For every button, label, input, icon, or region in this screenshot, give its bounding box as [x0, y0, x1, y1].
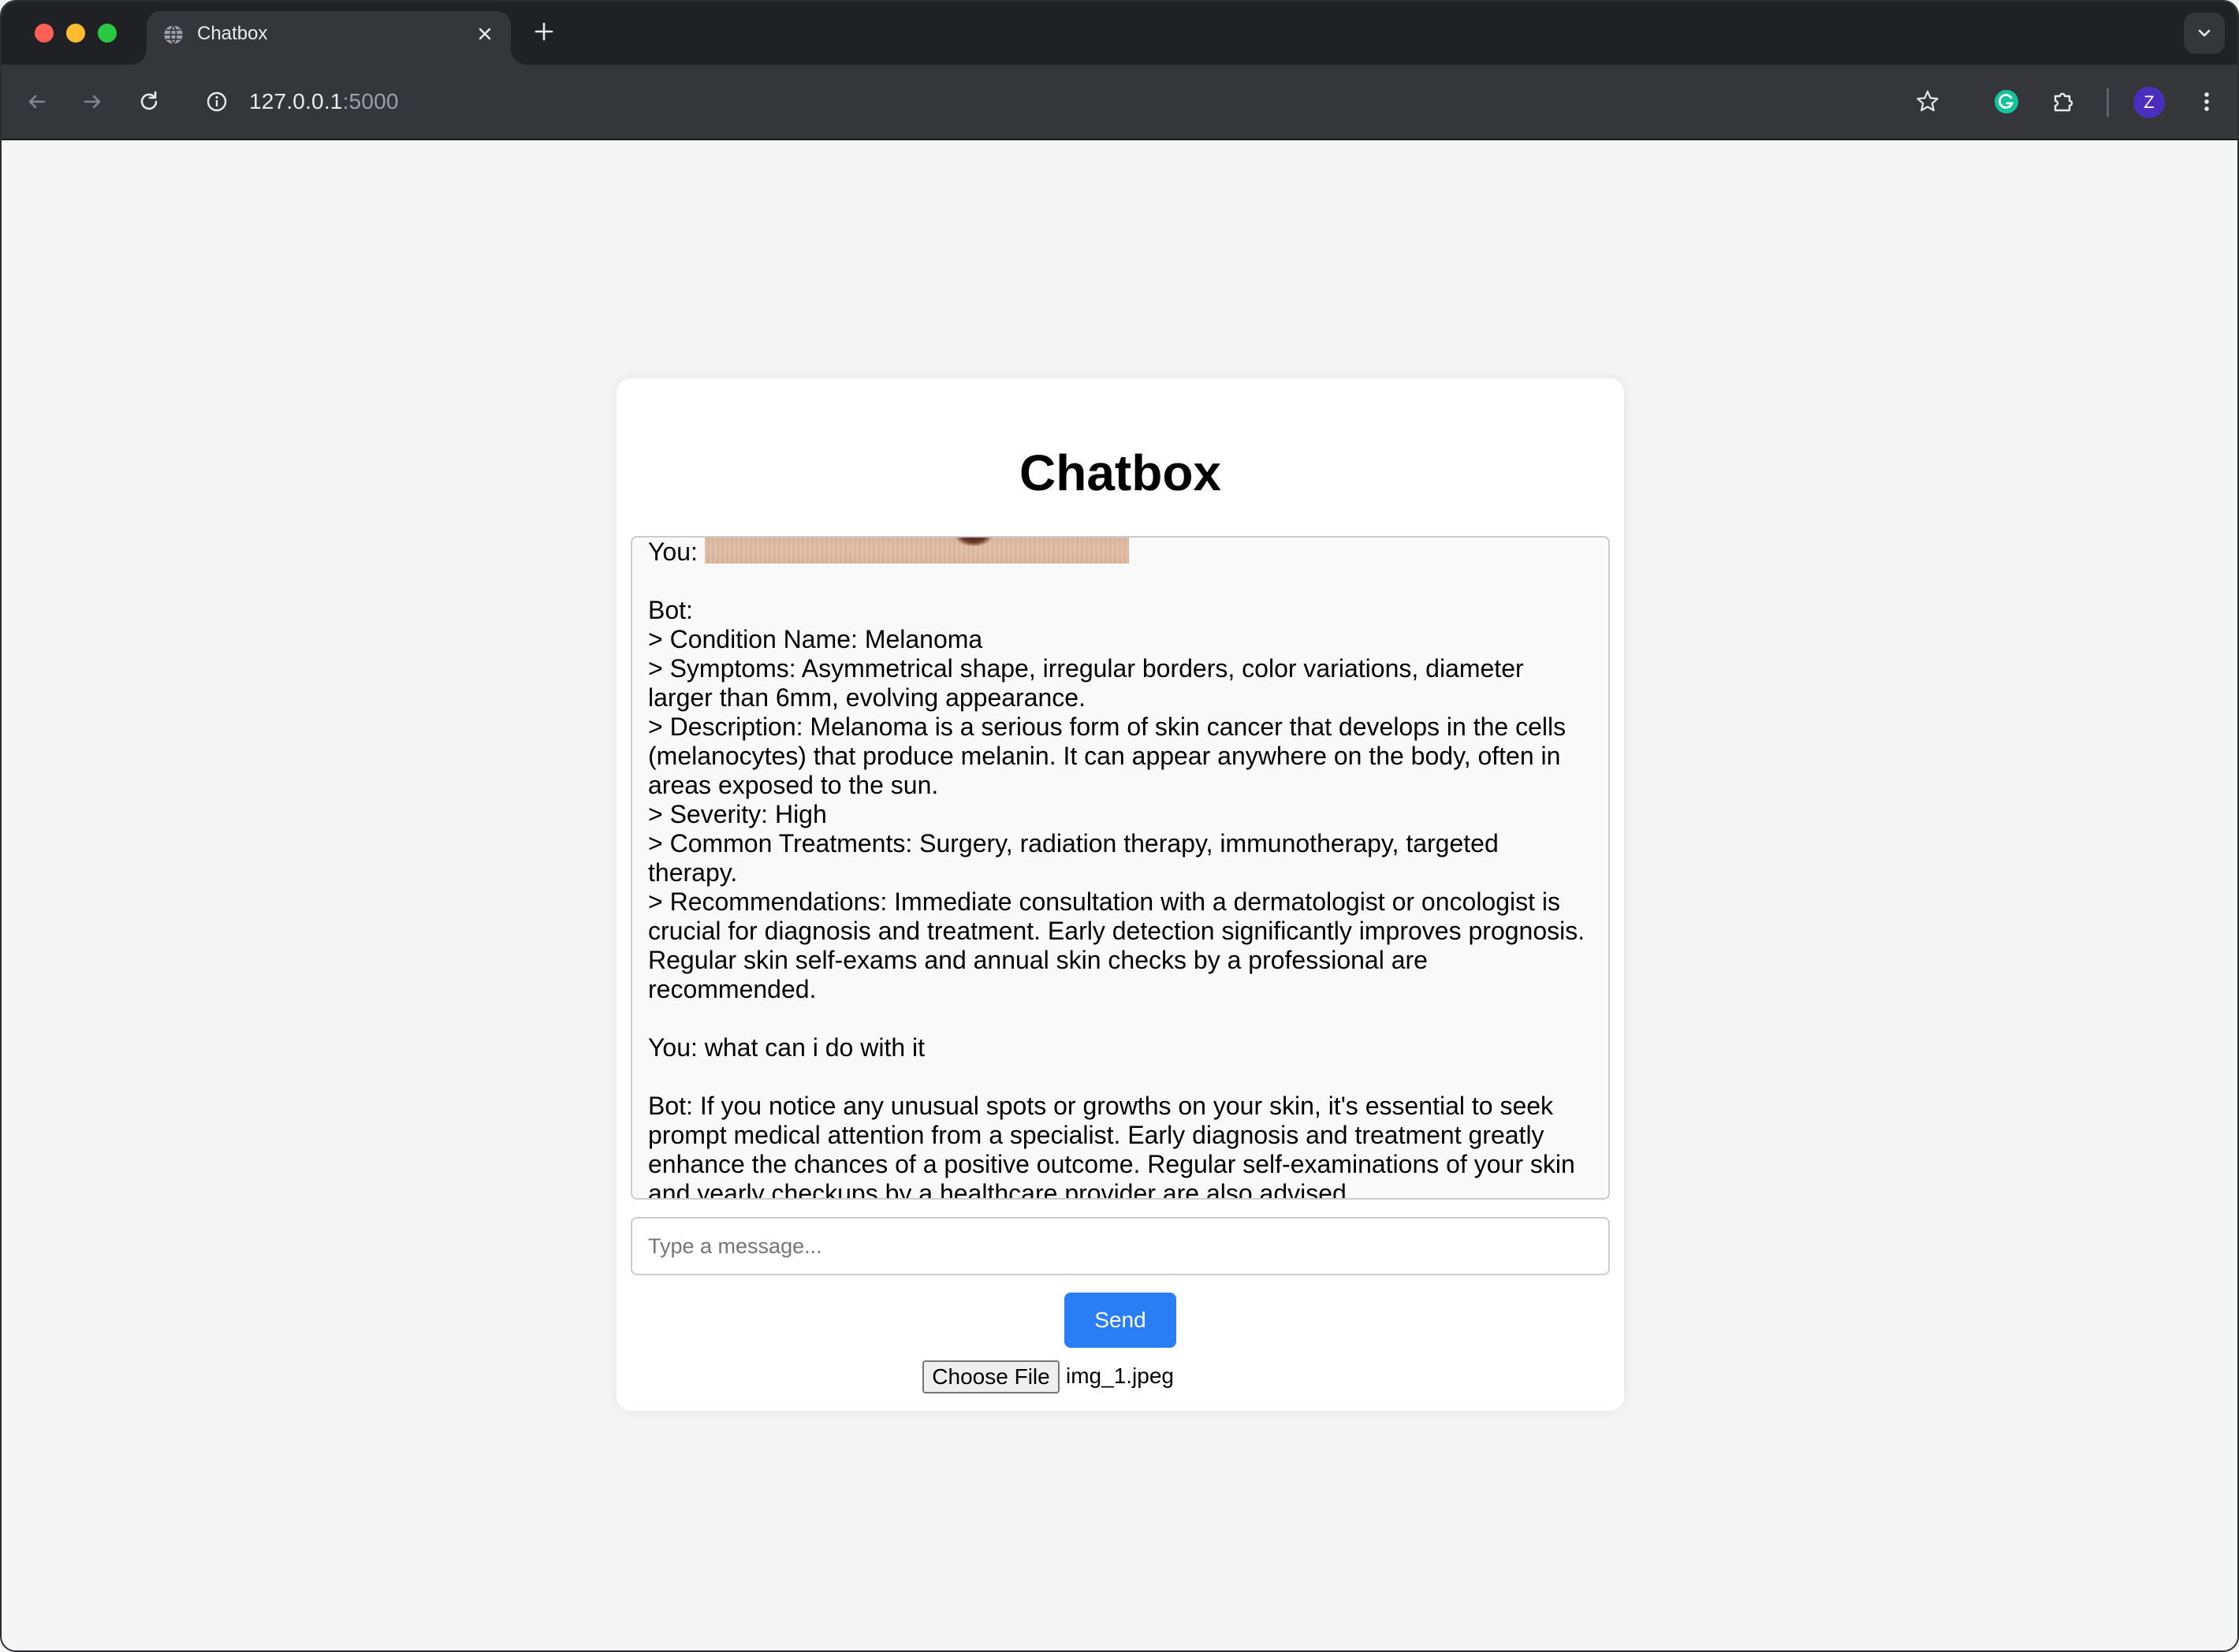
tab-search-button[interactable] [2184, 13, 2225, 54]
address-bar[interactable]: 127.0.0.1:5000 [191, 74, 1894, 129]
chat-message-line: larger than 6mm, evolving appearance. [648, 683, 1086, 712]
new-tab-icon[interactable] [531, 19, 557, 44]
chat-message-line: > Condition Name: Melanoma [648, 625, 983, 653]
chat-message-line: Regular skin self-exams and annual skin … [648, 946, 1428, 974]
extensions-puzzle-icon[interactable] [2050, 88, 2077, 115]
kebab-menu-icon[interactable] [2193, 88, 2220, 115]
profile-avatar[interactable]: Z [2133, 87, 2165, 118]
globe-icon [164, 24, 183, 45]
tab-chatbox[interactable]: Chatbox [147, 11, 511, 65]
chat-message-line: crucial for diagnosis and treatment. Ear… [648, 917, 1585, 945]
tab-strip: Chatbox [2, 2, 2237, 65]
url-host: 127.0.0.1 [249, 89, 343, 113]
choose-file-button[interactable]: Choose File [922, 1360, 1060, 1393]
chat-message-line: therapy. [648, 858, 738, 887]
site-info-icon[interactable] [203, 88, 230, 115]
chat-log[interactable]: You: Bot: > Condition Name: Melanoma > Sym… [631, 536, 1610, 1200]
back-arrow-icon[interactable] [24, 88, 50, 115]
grammarly-extension-icon[interactable] [1993, 88, 2020, 115]
reload-icon[interactable] [136, 88, 162, 115]
chat-message-line: recommended. [648, 975, 817, 1003]
message-sender-label: You: [648, 538, 698, 566]
url-text: 127.0.0.1:5000 [249, 88, 399, 115]
chatbox-card: Chatbox You: Bot: > Condition Name: Melan… [617, 378, 1624, 1411]
chat-message-line: > Common Treatments: Surgery, radiation … [648, 829, 1499, 858]
tab-title: Chatbox [197, 23, 268, 44]
toolbar-separator [2107, 88, 2109, 117]
chat-message-line: and yearly checkups by a healthcare prov… [648, 1179, 1354, 1200]
chevron-down-icon [2198, 29, 2211, 37]
close-window-button[interactable] [35, 24, 54, 43]
minimize-window-button[interactable] [66, 24, 85, 43]
chat-message-line: > Symptoms: Asymmetrical shape, irregula… [648, 654, 1524, 683]
url-port: :5000 [342, 89, 399, 113]
chat-message-line: Bot: If you notice any unusual spots or … [648, 1092, 1554, 1120]
chat-message-line: > Severity: High [648, 800, 827, 828]
message-input[interactable] [631, 1217, 1610, 1275]
selected-file-name: img_1.jpeg [1066, 1364, 1174, 1388]
bookmark-star-icon[interactable] [1914, 88, 1941, 115]
chat-message-line: prompt medical attention from a speciali… [648, 1121, 1544, 1149]
close-tab-icon[interactable] [473, 22, 497, 46]
chat-message-line: (melanocytes) that produce melanin. It c… [648, 742, 1561, 770]
browser-window: Chatbox 127.0.0.1:5000 Z Chatbox You: Bo… [0, 0, 2239, 1652]
chat-message-line: You: what can i do with it [648, 1033, 926, 1062]
maximize-window-button[interactable] [98, 24, 117, 43]
browser-toolbar: 127.0.0.1:5000 Z [2, 65, 2237, 140]
chat-message-line: > Recommendations: Immediate consultatio… [648, 887, 1561, 916]
send-button[interactable]: Send [1064, 1293, 1176, 1348]
uploaded-skin-image [705, 538, 1129, 564]
user-image-message: You: [648, 538, 1586, 567]
forward-arrow-icon[interactable] [79, 88, 106, 115]
chat-message-line: Bot: [648, 596, 693, 624]
chat-message-line: enhance the chances of a positive outcom… [648, 1150, 1575, 1178]
chat-message-line: > Description: Melanoma is a serious for… [648, 713, 1567, 741]
page-title: Chatbox [1019, 445, 1221, 501]
chat-messages: You: Bot: > Condition Name: Melanoma > Sym… [648, 538, 1586, 1200]
chat-message-line: areas exposed to the sun. [648, 771, 939, 799]
page-viewport: Chatbox You: Bot: > Condition Name: Melan… [2, 140, 2237, 1650]
